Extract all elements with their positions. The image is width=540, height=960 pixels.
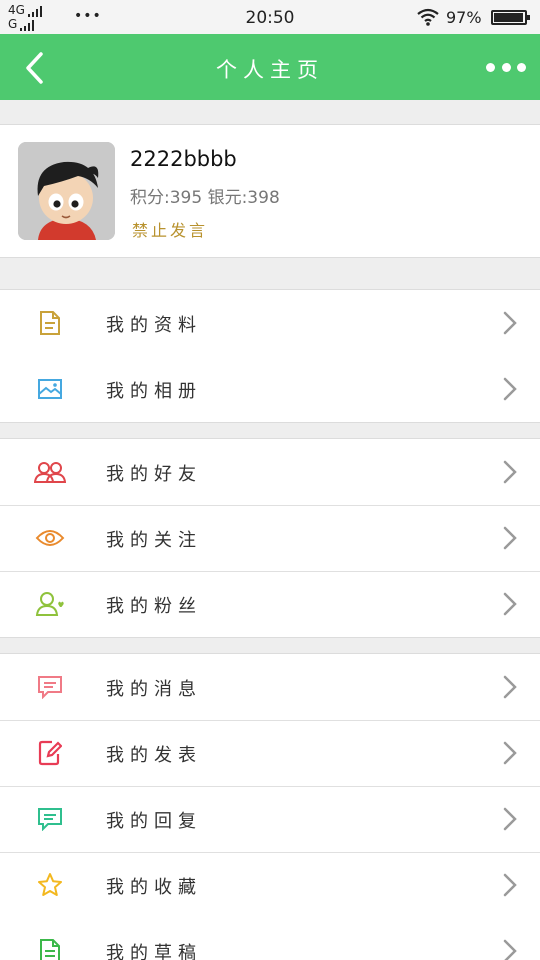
menu-item-friends[interactable]: 我的好友 [0, 439, 540, 505]
username: 2222bbbb [130, 147, 237, 171]
menu-item-posts[interactable]: 我的发表 [0, 720, 540, 786]
menu-item-profile[interactable]: 我的资料 [0, 290, 540, 356]
draft-icon [34, 935, 66, 960]
chevron-right-icon [503, 741, 517, 765]
battery-percent: 97% [446, 8, 482, 27]
menu-item-album[interactable]: 我的相册 [0, 356, 540, 422]
chevron-right-icon [503, 377, 517, 401]
chevron-right-icon [503, 460, 517, 484]
battery-icon [491, 10, 530, 25]
chevron-right-icon [503, 873, 517, 897]
reply-icon [34, 803, 66, 835]
friends-icon [34, 456, 66, 488]
eye-icon [34, 522, 66, 554]
menu-item-replies[interactable]: 我的回复 [0, 786, 540, 852]
wifi-icon [417, 8, 439, 26]
status-bar: 4G G ••• 20:50 97% [0, 0, 540, 34]
menu-item-label: 我的收藏 [106, 877, 202, 898]
chevron-right-icon [503, 675, 517, 699]
menu-item-messages[interactable]: 我的消息 [0, 654, 540, 720]
chevron-right-icon [503, 311, 517, 335]
image-icon [34, 373, 66, 405]
more-dot [486, 62, 495, 72]
star-icon [34, 869, 66, 901]
menu-group-1: 我的资料 我的相册 [0, 289, 540, 423]
menu-item-label: 我的草稿 [106, 943, 202, 960]
menu-item-label: 我的回复 [106, 811, 202, 832]
edit-icon [34, 737, 66, 769]
app-bar: 个人主页 [0, 34, 540, 100]
menu-item-following[interactable]: 我的关注 [0, 505, 540, 571]
avatar-image [18, 142, 115, 240]
chevron-right-icon [503, 592, 517, 616]
chevron-right-icon [503, 939, 517, 960]
menu-item-label: 我的粉丝 [106, 596, 202, 617]
document-icon [34, 307, 66, 339]
menu-item-favorites[interactable]: 我的收藏 [0, 852, 540, 918]
page-title: 个人主页 [216, 58, 324, 82]
menu-group-3: 我的消息 我的发表 我的回复 我的收藏 我的草稿 [0, 653, 540, 960]
chevron-right-icon [503, 807, 517, 831]
profile-card[interactable]: 2222bbbb 积分:395 银元:398 禁止发言 [0, 124, 540, 258]
message-icon [34, 671, 66, 703]
menu-item-label: 我的相册 [106, 381, 202, 402]
menu-item-label: 我的好友 [106, 464, 202, 485]
menu-item-fans[interactable]: 我的粉丝 [0, 571, 540, 637]
more-button[interactable] [484, 54, 528, 80]
battery-fill [494, 13, 524, 22]
menu-item-label: 我的发表 [106, 745, 202, 766]
menu-item-label: 我的资料 [106, 315, 202, 336]
more-dot [517, 62, 526, 72]
chevron-right-icon [503, 526, 517, 550]
more-dot [501, 62, 511, 72]
menu-item-drafts[interactable]: 我的草稿 [0, 918, 540, 960]
menu-item-label: 我的关注 [106, 530, 202, 551]
score-info: 积分:395 银元:398 [130, 188, 280, 208]
fan-user-icon [34, 588, 66, 620]
menu-item-label: 我的消息 [106, 679, 202, 700]
avatar[interactable] [18, 142, 115, 240]
status-badge: 禁止发言 [132, 221, 209, 240]
menu-group-2: 我的好友 我的关注 我的粉丝 [0, 438, 540, 638]
